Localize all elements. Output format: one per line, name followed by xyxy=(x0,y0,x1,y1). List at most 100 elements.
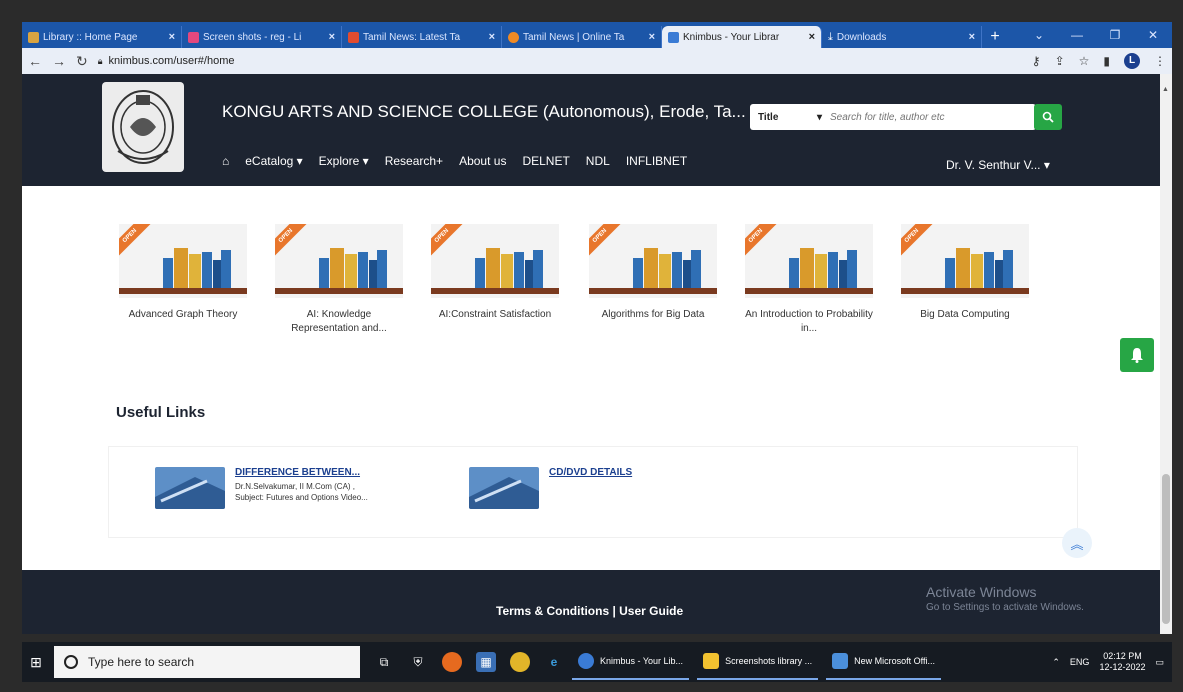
main-nav: ⌂ eCatalog ▾ Explore ▾ Research+ About u… xyxy=(222,154,687,168)
page-scrollbar[interactable]: ▲ xyxy=(1160,74,1172,634)
key-icon[interactable]: ⚷ xyxy=(1032,54,1041,68)
notification-center-icon[interactable]: ▭ xyxy=(1155,657,1164,668)
tab-close-icon[interactable]: × xyxy=(649,31,655,43)
useful-link-item[interactable]: CD/DVD DETAILS xyxy=(469,467,632,509)
open-access-badge: OPEN xyxy=(275,224,307,257)
library-favicon-icon xyxy=(28,31,39,43)
nav-inflibnet[interactable]: INFLIBNET xyxy=(626,154,687,168)
nav-ecatalog[interactable]: eCatalog ▾ xyxy=(245,154,302,168)
footer-links[interactable]: Terms & Conditions | User Guide xyxy=(496,604,683,618)
search-button[interactable] xyxy=(1034,104,1062,130)
taskbar-search[interactable]: Type here to search xyxy=(54,646,360,678)
tab-knimbus[interactable]: Knimbus - Your Librar × xyxy=(662,26,822,48)
taskbar-app-knimbus[interactable]: Knimbus - Your Lib... xyxy=(572,644,690,680)
toolbar-right: ⚷ ⇪ ☆ ▮ L ⋮ xyxy=(1032,53,1166,69)
taskbar-app-screenshots[interactable]: Screenshots library ... xyxy=(697,644,819,680)
tab-search-chevron-icon[interactable]: ⌄ xyxy=(1020,28,1058,42)
browser-tab-bar: Library :: Home Page × Screen shots - re… xyxy=(22,22,1172,48)
profile-avatar[interactable]: L xyxy=(1124,53,1140,69)
useful-link-item[interactable]: DIFFERENCE BETWEEN... Dr.N.Selvakumar, I… xyxy=(155,467,368,509)
chevron-down-icon: ▾ xyxy=(1043,158,1050,172)
book-title[interactable]: Advanced Graph Theory xyxy=(118,308,248,322)
book-title[interactable]: Algorithms for Big Data xyxy=(588,308,718,322)
language-indicator[interactable]: ENG xyxy=(1070,657,1090,667)
task-view-icon[interactable]: ⧉ xyxy=(374,652,394,672)
clock[interactable]: 02:12 PM 12-12-2022 xyxy=(1099,651,1145,673)
office-doc-icon xyxy=(832,653,849,669)
book-card[interactable]: OPEN AI:Constraint Satisfaction xyxy=(430,224,560,322)
tab-library-home[interactable]: Library :: Home Page × xyxy=(22,26,182,48)
books-stack-icon xyxy=(945,248,1013,288)
useful-link-title[interactable]: DIFFERENCE BETWEEN... xyxy=(235,467,368,478)
reload-icon[interactable]: ↻ xyxy=(76,53,88,70)
side-panel-icon[interactable]: ▮ xyxy=(1103,54,1110,68)
edge-icon[interactable]: e xyxy=(544,652,564,672)
book-cover: OPEN xyxy=(119,224,247,298)
menu-dots-icon[interactable]: ⋮ xyxy=(1154,54,1166,68)
books-stack-icon xyxy=(789,248,857,288)
scroll-up-arrow-icon[interactable]: ▲ xyxy=(1162,86,1169,93)
double-chevron-up-icon: ︽ xyxy=(1070,536,1084,552)
tray-chevron-up-icon[interactable]: ⌃ xyxy=(1052,657,1060,668)
taskbar-app-office[interactable]: New Microsoft Offi... xyxy=(826,644,941,680)
bookmark-star-icon[interactable]: ☆ xyxy=(1079,54,1090,68)
book-title[interactable]: AI: Knowledge Representation and... xyxy=(274,308,404,336)
new-tab-button[interactable]: + xyxy=(982,26,1008,48)
windows-start-icon[interactable]: ⊞ xyxy=(22,654,50,671)
book-card[interactable]: OPEN AI: Knowledge Representation and... xyxy=(274,224,404,336)
restore-icon[interactable]: ❐ xyxy=(1096,28,1134,42)
book-card[interactable]: OPEN Big Data Computing xyxy=(900,224,1030,322)
shelf xyxy=(901,288,1029,294)
calculator-icon[interactable]: ▦ xyxy=(476,652,496,672)
url-field[interactable]: 🔒︎ knimbus.com/user#/home xyxy=(98,55,235,67)
security-shield-icon[interactable]: ⛨ xyxy=(408,652,428,672)
firefox-icon[interactable] xyxy=(442,652,462,672)
home-icon[interactable]: ⌂ xyxy=(222,154,229,168)
watermark-subtitle: Go to Settings to activate Windows. xyxy=(926,602,1084,613)
scroll-to-top-button[interactable]: ︽ xyxy=(1062,528,1092,558)
taskbar-app-label: New Microsoft Offi... xyxy=(854,656,935,666)
nav-research[interactable]: Research+ xyxy=(385,154,443,168)
link-thumbnail xyxy=(469,467,539,509)
book-card[interactable]: OPEN Algorithms for Big Data xyxy=(588,224,718,322)
back-arrow-icon[interactable]: ← xyxy=(28,53,42,69)
chrome-app-icon xyxy=(578,653,594,669)
tab-close-icon[interactable]: × xyxy=(969,31,975,43)
site-footer: Activate Windows Go to Settings to activ… xyxy=(22,570,1160,634)
book-title[interactable]: Big Data Computing xyxy=(900,308,1030,322)
book-card[interactable]: OPEN An Introduction to Probability in..… xyxy=(744,224,874,336)
useful-link-desc-line2: Subject: Futures and Options Video... xyxy=(235,493,368,502)
search-input[interactable] xyxy=(830,111,1020,123)
nav-ndl[interactable]: NDL xyxy=(586,154,610,168)
book-title[interactable]: AI:Constraint Satisfaction xyxy=(430,308,560,322)
book-title[interactable]: An Introduction to Probability in... xyxy=(744,308,874,336)
scroll-thumb[interactable] xyxy=(1162,474,1170,624)
tab-label: Downloads xyxy=(836,31,887,43)
search-filter-select[interactable]: Title ▾ xyxy=(750,112,830,123)
tab-close-icon[interactable]: × xyxy=(329,31,335,43)
book-card[interactable]: OPEN Advanced Graph Theory xyxy=(118,224,248,322)
tab-downloads[interactable]: ⤓ Downloads × xyxy=(822,26,982,48)
useful-link-title[interactable]: CD/DVD DETAILS xyxy=(549,467,632,478)
nav-ecatalog-label: eCatalog xyxy=(245,154,294,168)
minimize-icon[interactable]: — xyxy=(1058,28,1096,42)
notifications-button[interactable] xyxy=(1120,338,1154,372)
close-window-icon[interactable]: ✕ xyxy=(1134,28,1172,42)
user-menu[interactable]: Dr. V. Senthur V... ▾ xyxy=(946,158,1050,172)
nav-about[interactable]: About us xyxy=(459,154,506,168)
tab-tamil-news-latest[interactable]: Tamil News: Latest Ta × xyxy=(342,26,502,48)
useful-links-panel: DIFFERENCE BETWEEN... Dr.N.Selvakumar, I… xyxy=(108,446,1078,538)
clock-date: 12-12-2022 xyxy=(1099,662,1146,672)
nav-explore[interactable]: Explore ▾ xyxy=(319,154,369,168)
open-access-badge: OPEN xyxy=(901,224,933,257)
share-icon[interactable]: ⇪ xyxy=(1055,54,1065,68)
tab-close-icon[interactable]: × xyxy=(809,31,815,43)
chrome-icon[interactable] xyxy=(510,652,530,672)
tab-close-icon[interactable]: × xyxy=(489,31,495,43)
tab-tamil-news-online[interactable]: Tamil News | Online Ta × xyxy=(502,26,662,48)
tab-screenshots[interactable]: Screen shots - reg - Li × xyxy=(182,26,342,48)
tab-close-icon[interactable]: × xyxy=(169,31,175,43)
forward-arrow-icon[interactable]: → xyxy=(52,53,66,69)
open-access-badge: OPEN xyxy=(431,224,463,257)
nav-delnet[interactable]: DELNET xyxy=(522,154,569,168)
